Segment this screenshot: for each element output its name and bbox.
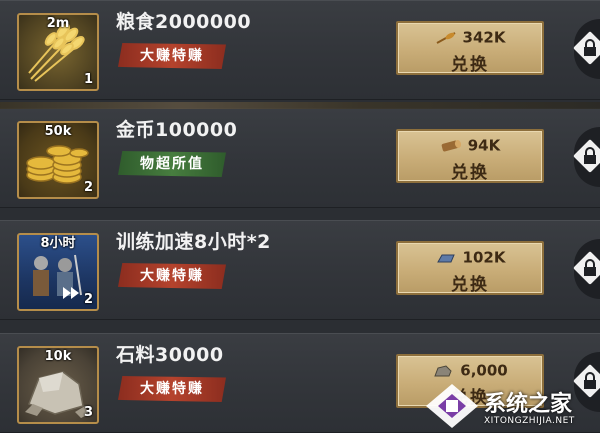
shop-item-row: 50k 2 金币100000 物超所值 94K 兑换 [0, 102, 600, 208]
exchange-button[interactable]: 342K 兑换 [396, 21, 544, 75]
exchange-button[interactable]: 94K 兑换 [396, 129, 544, 183]
item-icon-frame: 10k 3 [17, 346, 99, 424]
iron-bar-icon [436, 254, 455, 262]
exchange-label: 兑换 [451, 163, 489, 183]
deal-tag: 大赚特赚 [118, 263, 226, 289]
cost-value: 102K [462, 248, 506, 267]
row-divider [0, 102, 600, 109]
deal-tag: 物超所值 [118, 151, 226, 177]
item-name: 金币100000 [116, 119, 238, 141]
item-icon-frame: 8小时 2 [17, 233, 99, 311]
item-icon-frame: 2m 1 [17, 13, 99, 91]
lock-tab[interactable] [573, 19, 600, 79]
shop-item-row: 2m 1 粮食2000000 大赚特赚 342K 兑换 [0, 0, 600, 100]
lock-icon [584, 39, 596, 56]
site-watermark: 系统之家 XITONGZHIJIA.NET [420, 378, 600, 433]
item-tier: 2 [83, 292, 93, 307]
lock-tab[interactable] [573, 127, 600, 187]
deal-tag: 大赚特赚 [118, 376, 226, 402]
exchange-button[interactable]: 102K 兑换 [396, 241, 544, 295]
cost-value: 6,000 [460, 361, 508, 380]
stone-icon [434, 364, 452, 376]
watermark-text: 系统之家 [484, 392, 573, 417]
watermark-logo-icon [426, 384, 478, 428]
item-tier: 2 [83, 180, 93, 195]
cost-display: 6,000 [398, 361, 542, 380]
cost-display: 102K [398, 248, 542, 267]
item-quantity: 50k [44, 124, 72, 139]
lock-icon [584, 147, 596, 164]
item-quantity: 10k [44, 349, 72, 364]
item-name: 训练加速8小时*2 [116, 231, 271, 253]
wheat-icon [436, 31, 456, 44]
cost-value: 94K [467, 136, 501, 155]
item-tier: 3 [83, 405, 93, 420]
cost-display: 94K [398, 136, 542, 155]
exchange-label: 兑换 [451, 275, 489, 295]
shop-item-row: 8小时 2 训练加速8小时*2 大赚特赚 102K 兑换 [0, 220, 600, 320]
item-quantity: 8小时 [40, 236, 76, 251]
deal-tag: 大赚特赚 [118, 43, 226, 69]
item-name: 粮食2000000 [116, 11, 252, 33]
cost-display: 342K [398, 28, 542, 47]
lock-icon [584, 259, 596, 276]
exchange-label: 兑换 [451, 55, 489, 75]
item-name: 石料30000 [116, 344, 224, 366]
item-quantity: 2m [46, 16, 70, 31]
wood-log-icon [441, 139, 461, 151]
watermark-url: XITONGZHIJIA.NET [484, 416, 575, 426]
lock-tab[interactable] [573, 239, 600, 299]
item-icon-frame: 50k 2 [17, 121, 99, 199]
item-tier: 1 [83, 72, 93, 87]
cost-value: 342K [462, 28, 506, 47]
